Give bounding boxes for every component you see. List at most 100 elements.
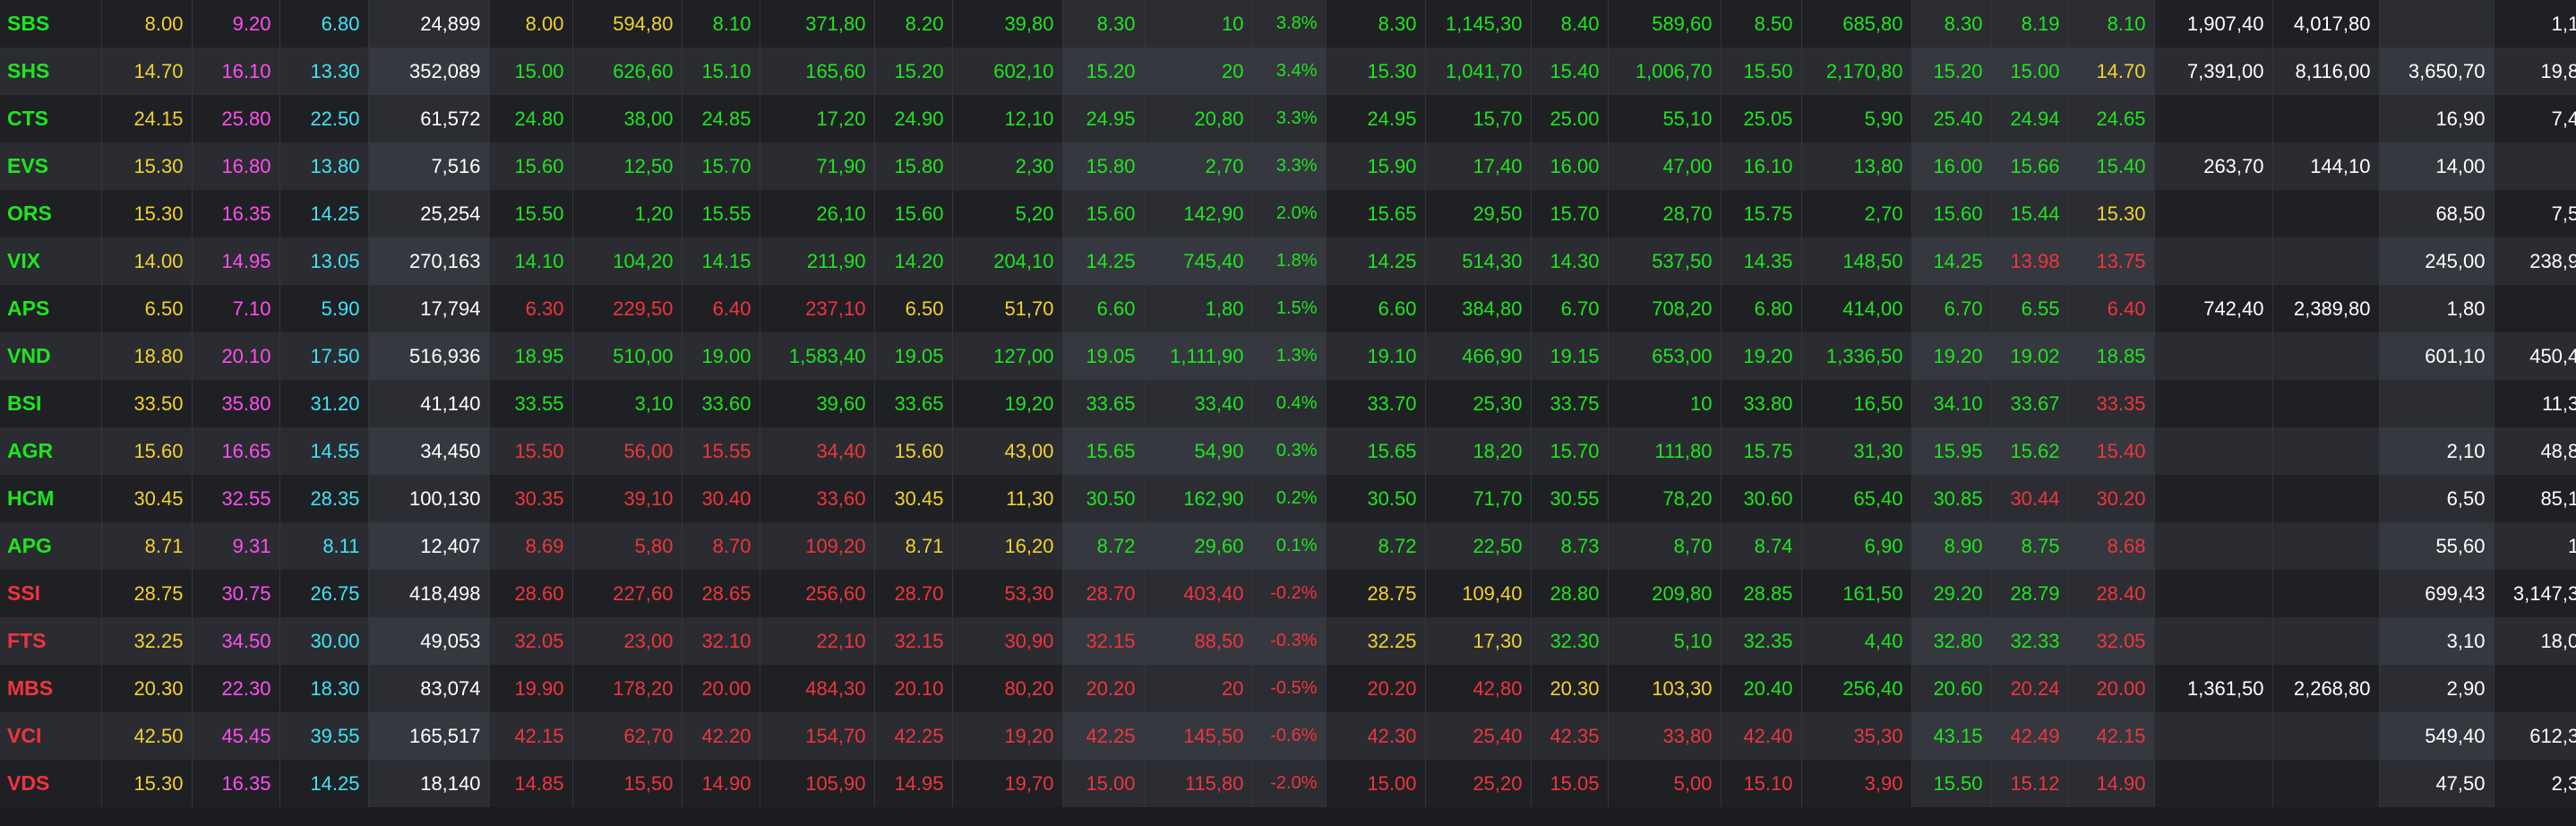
stock-row-vix[interactable]: VIX 14.00 14.95 13.05 270,163 14.10 104,20 14.1… bbox=[0, 237, 2576, 285]
stock-row-agr[interactable]: AGR 15.60 16.65 14.55 34,450 15.50 56,00 15.55 3… bbox=[0, 427, 2576, 475]
stock-row-vci[interactable]: VCI 42.50 45.45 39.55 165,517 42.15 62,70 42.20… bbox=[0, 712, 2576, 760]
average-price-cell: 15.12 bbox=[1991, 760, 2069, 807]
ask-volume-3-cell: 2,170,80 bbox=[1801, 47, 1912, 95]
stock-row-hcm[interactable]: HCM 30.45 32.55 28.35 100,130 30.35 39,10 30.40… bbox=[0, 475, 2576, 522]
foreign-sell-cell bbox=[2272, 95, 2380, 142]
ask-price-2-cell: 16.00 bbox=[1531, 142, 1609, 190]
stock-row-sbs[interactable]: SBS 8.00 9.20 6.80 24,899 8.00 594,80 8.10 371,8… bbox=[0, 0, 2576, 47]
ask-price-1-cell: 33.70 bbox=[1326, 380, 1426, 427]
average-price-cell: 24.94 bbox=[1991, 95, 2069, 142]
foreign-room-a-cell: 699,43 bbox=[2379, 570, 2494, 617]
stock-row-apg[interactable]: APG 8.71 9.31 8.11 12,407 8.69 5,80 8.70 109,20 8… bbox=[0, 522, 2576, 570]
match-volume-cell: 115,80 bbox=[1144, 760, 1253, 807]
ask-price-1-cell: 15.00 bbox=[1326, 760, 1426, 807]
high-price-cell: 15.95 bbox=[1911, 427, 1992, 475]
ask-volume-2-cell: 103,30 bbox=[1608, 665, 1722, 712]
match-price-cell: 15.60 bbox=[1062, 190, 1145, 237]
ask-volume-1-cell: 18,20 bbox=[1425, 427, 1532, 475]
bid-price-1-cell: 33.65 bbox=[874, 380, 953, 427]
ask-volume-3-cell: 5,90 bbox=[1801, 95, 1912, 142]
ask-price-2-cell: 28.80 bbox=[1531, 570, 1609, 617]
ask-price-3-cell: 15.75 bbox=[1721, 190, 1802, 237]
foreign-room-b-cell bbox=[2494, 285, 2576, 332]
floor-price-cell: 17.50 bbox=[279, 332, 369, 380]
symbol-cell[interactable]: SSI bbox=[0, 570, 102, 617]
symbol-cell[interactable]: AGR bbox=[0, 427, 102, 475]
symbol-cell[interactable]: MBS bbox=[0, 665, 102, 712]
ask-volume-2-cell: 209,80 bbox=[1608, 570, 1722, 617]
total-volume-cell: 516,936 bbox=[368, 332, 490, 380]
bid-volume-2-cell: 105,90 bbox=[760, 760, 875, 807]
low-price-cell: 15.40 bbox=[2068, 427, 2155, 475]
symbol-cell[interactable]: APS bbox=[0, 285, 102, 332]
symbol-cell[interactable]: VIX bbox=[0, 237, 102, 285]
ceiling-price-cell: 45.45 bbox=[192, 712, 280, 760]
ask-price-3-cell: 20.40 bbox=[1721, 665, 1802, 712]
match-price-cell: 14.25 bbox=[1062, 237, 1145, 285]
bid-volume-2-cell: 17,20 bbox=[760, 95, 875, 142]
floor-price-cell: 13.80 bbox=[279, 142, 369, 190]
floor-price-cell: 14.55 bbox=[279, 427, 369, 475]
bid-volume-3-cell: 15,50 bbox=[572, 760, 683, 807]
symbol-cell[interactable]: CTS bbox=[0, 95, 102, 142]
symbol-cell[interactable]: VCI bbox=[0, 712, 102, 760]
total-volume-cell: 49,053 bbox=[368, 617, 490, 665]
ask-price-3-cell: 15.10 bbox=[1721, 760, 1802, 807]
foreign-room-a-cell: 2,10 bbox=[2379, 427, 2494, 475]
foreign-sell-cell bbox=[2272, 617, 2380, 665]
bid-volume-2-cell: 34,40 bbox=[760, 427, 875, 475]
ask-volume-3-cell: 161,50 bbox=[1801, 570, 1912, 617]
bid-volume-1-cell: 12,10 bbox=[952, 95, 1063, 142]
high-price-cell: 14.25 bbox=[1911, 237, 1992, 285]
stock-row-vds[interactable]: VDS 15.30 16.35 14.25 18,140 14.85 15,50 14.90 1… bbox=[0, 760, 2576, 807]
ask-volume-2-cell: 537,50 bbox=[1608, 237, 1722, 285]
total-volume-cell: 100,130 bbox=[368, 475, 490, 522]
ref-price-cell: 33.50 bbox=[101, 380, 193, 427]
stock-row-ors[interactable]: ORS 15.30 16.35 14.25 25,254 15.50 1,20 15.55 26… bbox=[0, 190, 2576, 237]
low-price-cell: 6.40 bbox=[2068, 285, 2155, 332]
foreign-sell-cell: 2,389,80 bbox=[2272, 285, 2380, 332]
bid-price-1-cell: 20.10 bbox=[874, 665, 953, 712]
average-price-cell: 33.67 bbox=[1991, 380, 2069, 427]
stock-row-vnd[interactable]: VND 18.80 20.10 17.50 516,936 18.95 510,00 19.0… bbox=[0, 332, 2576, 380]
ceiling-price-cell: 34.50 bbox=[192, 617, 280, 665]
match-volume-cell: 88,50 bbox=[1144, 617, 1253, 665]
stock-row-fts[interactable]: FTS 32.25 34.50 30.00 49,053 32.05 23,00 32.10 2… bbox=[0, 617, 2576, 665]
bid-price-3-cell: 30.35 bbox=[489, 475, 573, 522]
symbol-cell[interactable]: HCM bbox=[0, 475, 102, 522]
change-percent-cell: -0.5% bbox=[1252, 665, 1327, 712]
ask-price-1-cell: 19.10 bbox=[1326, 332, 1426, 380]
ask-volume-3-cell: 13,80 bbox=[1801, 142, 1912, 190]
symbol-cell[interactable]: FTS bbox=[0, 617, 102, 665]
symbol-cell[interactable]: SHS bbox=[0, 47, 102, 95]
stock-row-cts[interactable]: CTS 24.15 25.80 22.50 61,572 24.80 38,00 24.85 1… bbox=[0, 95, 2576, 142]
ref-price-cell: 14.70 bbox=[101, 47, 193, 95]
bid-volume-2-cell: 165,60 bbox=[760, 47, 875, 95]
ref-price-cell: 42.50 bbox=[101, 712, 193, 760]
low-price-cell: 15.40 bbox=[2068, 142, 2155, 190]
stock-row-bsi[interactable]: BSI 33.50 35.80 31.20 41,140 33.55 3,10 33.60 39… bbox=[0, 380, 2576, 427]
stock-row-aps[interactable]: APS 6.50 7.10 5.90 17,794 6.30 229,50 6.40 237,1… bbox=[0, 285, 2576, 332]
stock-row-ssi[interactable]: SSI 28.75 30.75 26.75 418,498 28.60 227,60 28.6… bbox=[0, 570, 2576, 617]
bid-price-3-cell: 14.85 bbox=[489, 760, 573, 807]
total-volume-cell: 61,572 bbox=[368, 95, 490, 142]
stock-row-shs[interactable]: SHS 14.70 16.10 13.30 352,089 15.00 626,60 15.1… bbox=[0, 47, 2576, 95]
symbol-cell[interactable]: VDS bbox=[0, 760, 102, 807]
stock-row-evs[interactable]: EVS 15.30 16.80 13.80 7,516 15.60 12,50 15.70 71… bbox=[0, 142, 2576, 190]
bid-volume-1-cell: 39,80 bbox=[952, 0, 1063, 47]
symbol-cell[interactable]: APG bbox=[0, 522, 102, 570]
bid-volume-2-cell: 484,30 bbox=[760, 665, 875, 712]
low-price-cell: 14.90 bbox=[2068, 760, 2155, 807]
foreign-sell-cell bbox=[2272, 760, 2380, 807]
high-price-cell: 16.00 bbox=[1911, 142, 1992, 190]
bid-volume-1-cell: 204,10 bbox=[952, 237, 1063, 285]
symbol-cell[interactable]: BSI bbox=[0, 380, 102, 427]
bid-price-1-cell: 19.05 bbox=[874, 332, 953, 380]
symbol-cell[interactable]: SBS bbox=[0, 0, 102, 47]
symbol-cell[interactable]: EVS bbox=[0, 142, 102, 190]
symbol-cell[interactable]: VND bbox=[0, 332, 102, 380]
foreign-room-b-cell: 7,50 bbox=[2494, 190, 2576, 237]
bid-volume-3-cell: 1,20 bbox=[572, 190, 683, 237]
stock-row-mbs[interactable]: MBS 20.30 22.30 18.30 83,074 19.90 178,20 20.00… bbox=[0, 665, 2576, 712]
symbol-cell[interactable]: ORS bbox=[0, 190, 102, 237]
